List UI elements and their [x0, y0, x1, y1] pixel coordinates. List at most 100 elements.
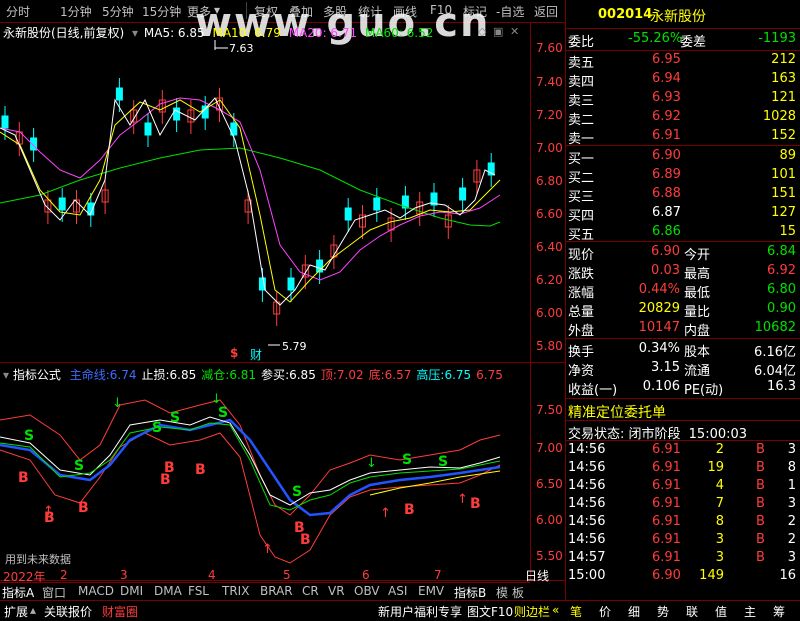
- indicator-tab[interactable]: DMA: [154, 584, 182, 598]
- tick-time: 14:56: [568, 514, 606, 529]
- bid-price: 6.89: [652, 167, 681, 182]
- indicator-tab[interactable]: 模: [496, 584, 508, 601]
- quote-stat-row: 外盘 10147 内盘 10682: [566, 320, 800, 339]
- indicator-value: 底:6.57: [369, 368, 412, 382]
- new-user-promo-link[interactable]: 新用户福利专享: [378, 603, 462, 620]
- stat-label: 换手: [568, 345, 595, 360]
- bid-price: 6.86: [652, 224, 681, 239]
- sell-signal-marker[interactable]: S: [170, 410, 180, 426]
- toolbar-15min-tab[interactable]: 15分钟: [142, 3, 181, 20]
- chevron-down-icon[interactable]: ▾: [3, 368, 9, 382]
- indicator-value: 顶:7.02: [321, 368, 364, 382]
- buy-signal-marker[interactable]: B: [164, 460, 175, 476]
- dividend-event-marker[interactable]: $: [230, 346, 238, 360]
- f10-graphic-button[interactable]: 图文F10: [467, 603, 513, 620]
- bottom-status-bar: 扩展 ▴ 关联报价 财富圈 新用户福利专享 图文F10 则边栏 « 笔价细势联值…: [0, 600, 800, 621]
- sell-signal-marker[interactable]: S: [438, 454, 448, 470]
- ask-label: 卖二: [568, 113, 595, 128]
- sell-signal-marker[interactable]: S: [292, 484, 302, 500]
- indicator-tab[interactable]: DMI: [120, 584, 143, 598]
- sell-signal-marker[interactable]: S: [152, 420, 162, 436]
- indicator-tab[interactable]: 指标B: [454, 584, 486, 601]
- chevron-down-icon[interactable]: ▾: [132, 26, 138, 40]
- toolbar-back-button[interactable]: 返回: [534, 3, 558, 20]
- ask-row[interactable]: 卖二 6.92 1028: [566, 109, 800, 128]
- stat-value: 0.90: [767, 301, 796, 316]
- sell-signal-marker[interactable]: S: [24, 428, 34, 444]
- candlestick-chart[interactable]: [0, 40, 530, 360]
- toolbar-intraday-tab[interactable]: 分时: [6, 3, 30, 20]
- stat-value: 10682: [754, 320, 796, 335]
- indicator-tab[interactable]: TRIX: [222, 584, 249, 598]
- buy-signal-marker[interactable]: B: [18, 470, 29, 486]
- toolbar-1min-tab[interactable]: 1分钟: [60, 3, 92, 20]
- toolbar-5min-tab[interactable]: 5分钟: [102, 3, 134, 20]
- indicator-tab[interactable]: 窗口: [42, 584, 66, 601]
- detail-view-tab[interactable]: 联: [686, 603, 698, 620]
- buy-signal-marker[interactable]: B: [404, 502, 415, 518]
- buy-signal-marker[interactable]: B: [470, 496, 481, 512]
- detail-view-tab[interactable]: 势: [657, 603, 669, 620]
- up-arrow-icon: ↑: [380, 506, 391, 521]
- buy-signal-marker[interactable]: B: [195, 462, 206, 478]
- y-tick-label: 6.80: [536, 174, 563, 188]
- stat-label: 涨幅: [568, 286, 595, 301]
- stat-label: 最高: [684, 267, 711, 282]
- ask-row[interactable]: 卖三 6.93 121: [566, 90, 800, 109]
- toolbar-add-watchlist-button[interactable]: -自选: [496, 3, 524, 20]
- indicator-tab[interactable]: OBV: [354, 584, 380, 598]
- lock-icon[interactable]: ▣: [493, 25, 503, 38]
- detail-view-tab[interactable]: 值: [715, 603, 727, 620]
- indicator-tab[interactable]: CR: [302, 584, 319, 598]
- indicator-tab[interactable]: 板: [512, 584, 524, 601]
- indicator-tab[interactable]: FSL: [188, 584, 209, 598]
- ask-volume: 212: [771, 52, 796, 67]
- indicator-tab[interactable]: ASI: [388, 584, 407, 598]
- sell-signal-marker[interactable]: S: [74, 458, 84, 474]
- detail-view-tab[interactable]: 细: [628, 603, 640, 620]
- close-icon[interactable]: ✕: [510, 25, 519, 38]
- double-chevron-left-icon[interactable]: «: [552, 603, 559, 617]
- expand-button[interactable]: 扩展: [4, 603, 28, 620]
- bid-volume: 89: [779, 148, 796, 163]
- detail-view-tab[interactable]: 主: [744, 603, 756, 620]
- bid-label: 买三: [568, 190, 595, 205]
- wealth-circle-button[interactable]: 财富圈: [102, 603, 138, 620]
- indicator-value: 6.75: [476, 368, 503, 382]
- chevron-up-icon[interactable]: ▴: [30, 603, 36, 617]
- buy-signal-marker[interactable]: B: [300, 532, 311, 548]
- sidebar-toggle-button[interactable]: 则边栏: [514, 603, 550, 620]
- indicator-tab[interactable]: BRAR: [260, 584, 293, 598]
- indicator-tab[interactable]: MACD: [78, 584, 114, 598]
- financial-report-marker[interactable]: 财: [250, 346, 262, 363]
- bid-row[interactable]: 买四 6.87 127: [566, 205, 800, 224]
- bid-row[interactable]: 买一 6.90 89: [566, 148, 800, 167]
- ask-row[interactable]: 卖四 6.94 163: [566, 71, 800, 90]
- sell-signal-marker[interactable]: S: [218, 405, 228, 421]
- stat-value: 0.106: [642, 379, 680, 394]
- ask-row[interactable]: 卖五 6.95 212: [566, 52, 800, 71]
- tick-price: 6.91: [652, 532, 681, 547]
- tick-time: 14:56: [568, 442, 606, 457]
- bid-row[interactable]: 买二 6.89 101: [566, 167, 800, 186]
- indicator-name[interactable]: 指标公式: [13, 368, 61, 382]
- tick-direction: B: [756, 550, 765, 565]
- ask-volume: 163: [771, 71, 796, 86]
- ask-row[interactable]: 卖一 6.91 152: [566, 128, 800, 147]
- indicator-tab[interactable]: VR: [328, 584, 345, 598]
- down-arrow-icon: ↓: [366, 456, 377, 471]
- indicator-tab[interactable]: EMV: [418, 584, 444, 598]
- entrust-title[interactable]: 精准定位委托单: [568, 402, 666, 422]
- bid-row[interactable]: 买五 6.86 15: [566, 224, 800, 243]
- indicator-tab[interactable]: 指标A: [2, 584, 34, 601]
- detail-view-tab[interactable]: 筹: [773, 603, 785, 620]
- x-axis-month-label: 6: [362, 568, 370, 582]
- sell-signal-marker[interactable]: S: [402, 452, 412, 468]
- detail-view-tab[interactable]: 笔: [570, 603, 582, 620]
- buy-signal-marker[interactable]: B: [78, 500, 89, 516]
- related-quote-button[interactable]: 关联报价: [44, 603, 92, 620]
- bid-row[interactable]: 买三 6.88 151: [566, 186, 800, 205]
- diamond-icon[interactable]: ◇: [478, 25, 486, 38]
- detail-view-tab[interactable]: 价: [599, 603, 611, 620]
- high-price-label: 7.63: [229, 42, 254, 55]
